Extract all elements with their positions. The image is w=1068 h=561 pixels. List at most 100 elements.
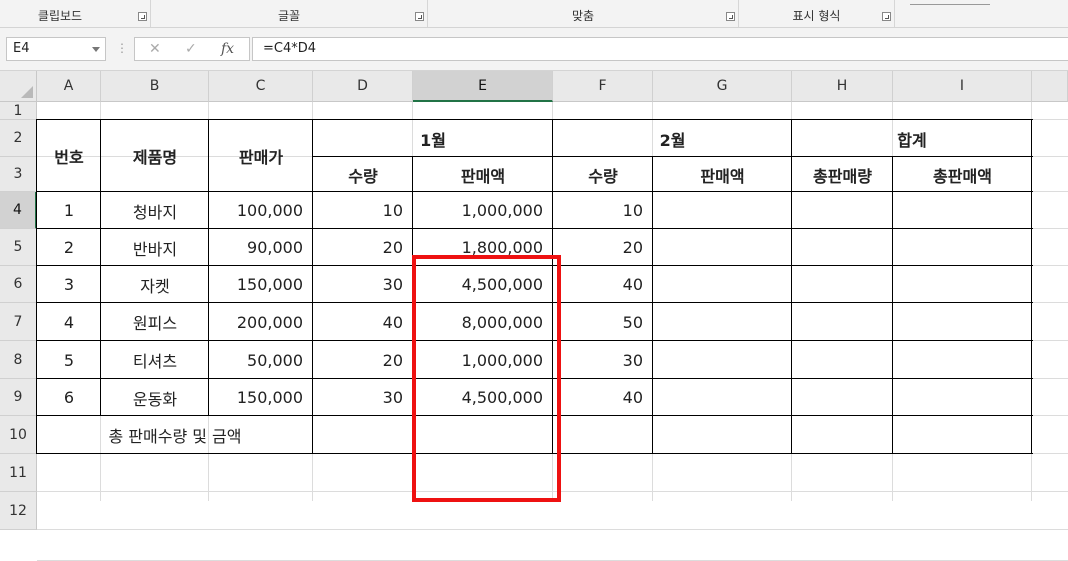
chevron-down-icon[interactable]	[92, 47, 100, 52]
cell-feb-qty[interactable]: 40	[553, 379, 653, 416]
column-header[interactable]: E	[413, 71, 553, 102]
header-feb-qty[interactable]: 수량	[553, 157, 653, 192]
row-header[interactable]: 4	[0, 192, 37, 229]
cell-no[interactable]: 5	[37, 341, 101, 379]
cell-feb-qty[interactable]: 20	[553, 229, 653, 266]
name-box[interactable]: E4	[6, 37, 106, 61]
border-h	[37, 228, 1033, 229]
row-header[interactable]: 8	[0, 341, 37, 379]
name-box-value: E4	[13, 41, 30, 56]
header-jan-amount[interactable]: 판매액	[413, 157, 553, 192]
cell-feb-qty[interactable]: 30	[553, 341, 653, 379]
header-feb-amount[interactable]: 판매액	[653, 157, 792, 192]
cell-jan-qty[interactable]: 40	[313, 303, 413, 341]
cancel-icon[interactable]: ✕	[149, 41, 161, 57]
dialog-launcher-icon[interactable]	[882, 12, 891, 21]
column-header[interactable]: B	[101, 71, 209, 102]
header-price[interactable]: 판매가	[209, 120, 313, 192]
column-header[interactable]: D	[313, 71, 413, 102]
cell-price[interactable]: 100,000	[209, 192, 313, 229]
row-header[interactable]: 1	[0, 102, 37, 120]
insert-function-icon[interactable]: fx	[221, 41, 234, 57]
column-header[interactable]: H	[792, 71, 893, 102]
cell-product[interactable]: 반바지	[101, 229, 209, 266]
header-total-amount[interactable]: 총판매액	[893, 157, 1032, 192]
row-header[interactable]: 12	[0, 492, 37, 530]
ribbon-group-label: 글꼴	[277, 9, 301, 23]
cell-product[interactable]: 원피스	[101, 303, 209, 341]
cell-jan-qty[interactable]: 20	[313, 229, 413, 266]
cell-jan-amount[interactable]: 1,000,000	[413, 192, 553, 229]
dialog-launcher-icon[interactable]	[726, 12, 735, 21]
row-header[interactable]: 2	[0, 120, 37, 157]
cell-product[interactable]: 자켓	[101, 266, 209, 303]
ribbon-overflow	[910, 0, 990, 5]
cell-price[interactable]: 90,000	[209, 229, 313, 266]
cell-no[interactable]: 4	[37, 303, 101, 341]
formula-bar: E4 ⋮ ✕ ✓ fx =C4*D4	[0, 28, 1068, 71]
cell-product[interactable]: 운동화	[101, 379, 209, 416]
border-v	[36, 119, 37, 454]
ribbon-group-number: 표시 형식	[739, 0, 895, 27]
summary-label[interactable]: 총 판매수량 및 금액	[37, 416, 313, 454]
worksheet-grid[interactable]: ABCDEFGHI 1 2 3 4 5 6 7 8 9 10 11 12 번호 제품명 판매가 1월 2월 합계…	[0, 71, 1068, 561]
border-v	[892, 156, 893, 454]
column-header[interactable]: A	[37, 71, 101, 102]
column-header[interactable]: I	[893, 71, 1032, 102]
border-h	[313, 156, 1033, 157]
cell-no[interactable]: 2	[37, 229, 101, 266]
ribbon-group-label: 클립보드	[37, 9, 83, 23]
cell-price[interactable]: 200,000	[209, 303, 313, 341]
ribbon-group-clipboard: 클립보드	[0, 0, 151, 27]
row-header[interactable]: 9	[0, 379, 37, 416]
row-header[interactable]: 3	[0, 157, 37, 192]
row-header[interactable]: 7	[0, 303, 37, 341]
ribbon-group-label: 표시 형식	[792, 9, 841, 23]
row-header[interactable]: 11	[0, 454, 37, 492]
select-all-corner[interactable]	[0, 71, 37, 102]
cell-price[interactable]: 50,000	[209, 341, 313, 379]
cell-price[interactable]: 150,000	[209, 379, 313, 416]
border-v	[312, 119, 313, 454]
cell-no[interactable]: 1	[37, 192, 101, 229]
cell-feb-qty[interactable]: 40	[553, 266, 653, 303]
border-v	[652, 156, 653, 454]
header-product[interactable]: 제품명	[101, 120, 209, 192]
cell-price[interactable]: 150,000	[209, 266, 313, 303]
column-header-extra	[1032, 71, 1068, 102]
cell-product[interactable]: 청바지	[101, 192, 209, 229]
ribbon: 클립보드 글꼴 맞춤 표시 형식	[0, 0, 1068, 28]
dialog-launcher-icon[interactable]	[138, 12, 147, 21]
cell-feb-qty[interactable]: 10	[553, 192, 653, 229]
column-header[interactable]: C	[209, 71, 313, 102]
ribbon-group-font: 글꼴	[151, 0, 428, 27]
header-total[interactable]: 합계	[792, 120, 1032, 157]
header-feb[interactable]: 2월	[553, 120, 792, 157]
cell-jan-qty[interactable]: 30	[313, 379, 413, 416]
cell-no[interactable]: 6	[37, 379, 101, 416]
cell-product[interactable]: 티셔츠	[101, 341, 209, 379]
formula-buttons: ✕ ✓ fx	[134, 37, 250, 61]
column-header[interactable]: F	[553, 71, 653, 102]
cell-jan-qty[interactable]: 20	[313, 341, 413, 379]
column-header[interactable]: G	[653, 71, 792, 102]
header-total-qty[interactable]: 총판매량	[792, 157, 893, 192]
enter-icon[interactable]: ✓	[185, 41, 197, 57]
cell-jan-qty[interactable]: 10	[313, 192, 413, 229]
formula-input[interactable]: =C4*D4	[252, 37, 1068, 61]
row-header[interactable]: 5	[0, 229, 37, 266]
row-header[interactable]: 10	[0, 416, 37, 454]
dialog-launcher-icon[interactable]	[415, 12, 424, 21]
more-options-icon[interactable]: ⋮	[116, 41, 128, 55]
cell-feb-qty[interactable]: 50	[553, 303, 653, 341]
row-header[interactable]: 6	[0, 266, 37, 303]
border-v	[100, 119, 101, 416]
cell-jan-qty[interactable]: 30	[313, 266, 413, 303]
header-jan[interactable]: 1월	[313, 120, 553, 157]
ribbon-group-alignment: 맞춤	[428, 0, 739, 27]
cell-no[interactable]: 3	[37, 266, 101, 303]
border-h	[37, 119, 1033, 120]
header-no[interactable]: 번호	[37, 120, 101, 192]
border-v	[208, 119, 209, 416]
header-jan-qty[interactable]: 수량	[313, 157, 413, 192]
